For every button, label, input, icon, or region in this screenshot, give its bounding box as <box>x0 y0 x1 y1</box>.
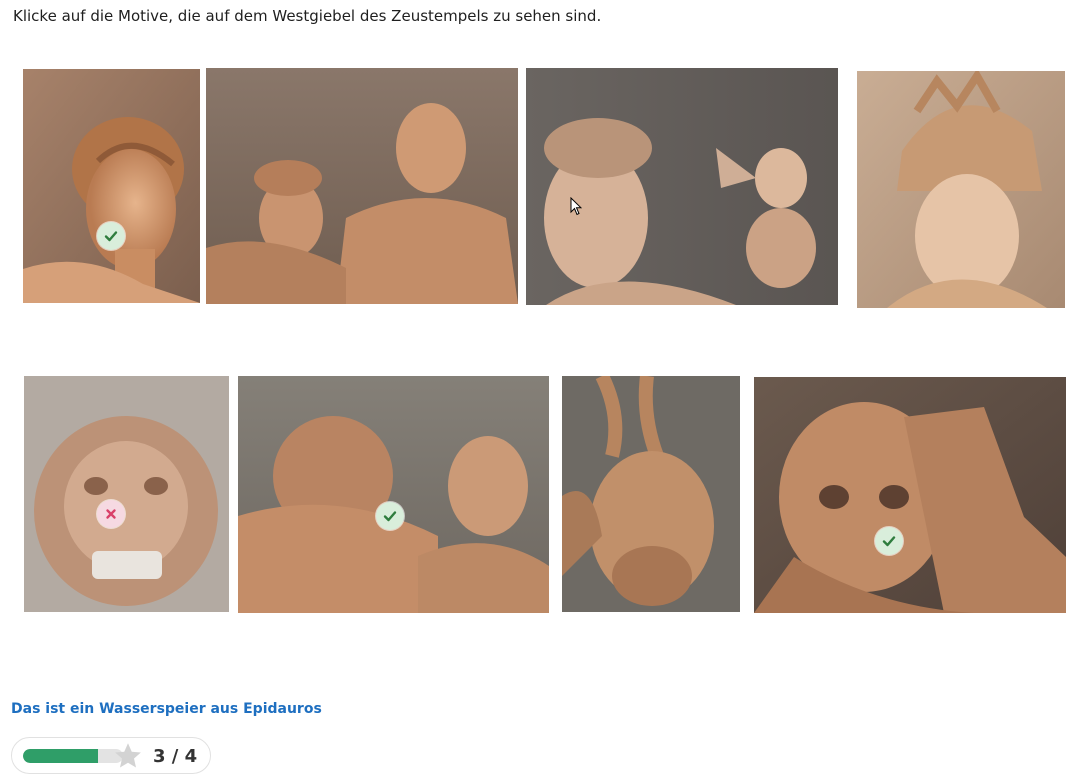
statue-photo <box>206 68 518 304</box>
image-tile-centaur-lapith[interactable] <box>238 376 549 613</box>
statue-photo <box>562 376 740 612</box>
correct-marker <box>875 527 903 555</box>
check-icon <box>383 511 397 522</box>
statue-photo <box>238 376 549 613</box>
feedback-link[interactable]: Das ist ein Wasserspeier aus Epidauros <box>11 701 322 717</box>
correct-marker <box>376 502 404 530</box>
statue-photo <box>23 69 200 303</box>
star-icon <box>115 743 141 768</box>
check-icon <box>104 231 118 242</box>
image-tile-old-woman[interactable] <box>754 377 1066 613</box>
check-icon <box>882 536 896 547</box>
statue-photo <box>24 376 229 612</box>
correct-marker <box>97 222 125 250</box>
statue-photo <box>754 377 1066 613</box>
incorrect-marker <box>97 500 125 528</box>
progress-bar-fill <box>23 749 98 763</box>
statue-photo <box>857 71 1065 308</box>
image-tile-satyr-head[interactable] <box>562 376 740 612</box>
image-tile-lapith-group[interactable] <box>206 68 518 304</box>
image-tile-athena-helmet[interactable] <box>857 71 1065 308</box>
statue-photo <box>526 68 838 305</box>
instruction-text: Klicke auf die Motive, die auf dem Westg… <box>13 7 602 25</box>
progress-indicator: 3 / 4 <box>11 737 211 774</box>
cross-icon <box>106 509 116 519</box>
progress-bar <box>23 749 123 763</box>
image-tile-aphrodite-eros[interactable] <box>526 68 838 305</box>
image-tile-lion-head[interactable] <box>24 376 229 612</box>
image-tile-apollo-head[interactable] <box>23 69 200 303</box>
score-text: 3 / 4 <box>153 746 198 767</box>
mouse-cursor-icon <box>570 197 582 216</box>
